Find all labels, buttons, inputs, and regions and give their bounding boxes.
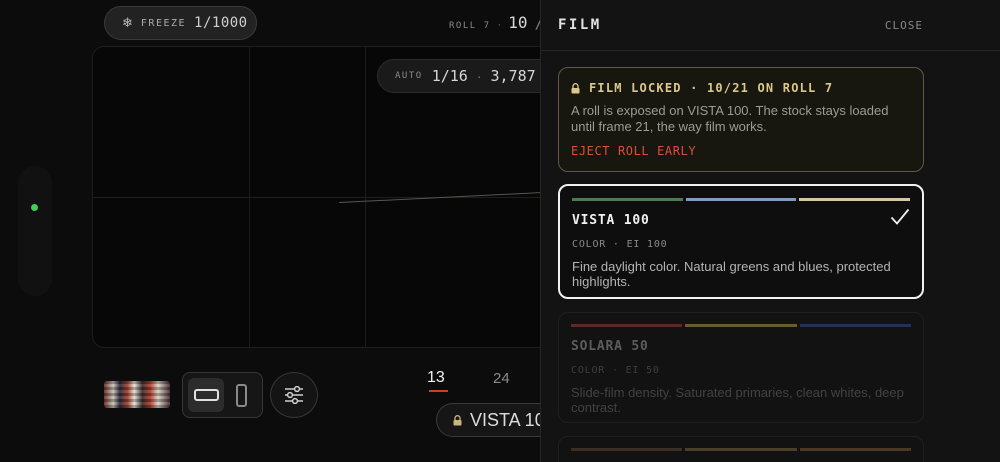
grid-line bbox=[93, 197, 540, 198]
roll-frame-counter: ROLL 7 · 10 / bbox=[449, 13, 540, 32]
film-sheet: FILM CLOSE FILM LOCKED · 10/21 ON ROLL 7… bbox=[540, 0, 1000, 462]
film-color-stripes bbox=[572, 198, 911, 201]
film-color-stripes bbox=[571, 324, 911, 327]
adjustments-button[interactable] bbox=[270, 372, 318, 418]
film-name: VISTA 100 bbox=[572, 213, 650, 228]
film-meta: COLOR · EI 100 bbox=[572, 239, 668, 250]
freeze-shutter-button[interactable]: ❄ FREEZE 1/1000 bbox=[104, 6, 257, 40]
active-count-underline bbox=[429, 390, 448, 392]
checkmark-icon bbox=[890, 208, 910, 225]
level-indicator-strip bbox=[18, 166, 52, 296]
landscape-button[interactable] bbox=[188, 378, 224, 412]
shutter-speed: 1/16 bbox=[431, 67, 468, 85]
film-color-stripes bbox=[571, 448, 911, 451]
freeze-value: 1/1000 bbox=[194, 15, 248, 31]
lock-description: A roll is exposed on VISTA 100. The stoc… bbox=[571, 103, 889, 134]
loaded-film-name: VISTA 10 bbox=[470, 409, 540, 430]
lock-title-row: FILM LOCKED · 10/21 ON ROLL 7 bbox=[571, 81, 911, 95]
close-button[interactable]: CLOSE bbox=[885, 19, 923, 32]
frame-count-option-13[interactable]: 13 bbox=[427, 369, 445, 387]
sheet-header: FILM CLOSE bbox=[541, 0, 1000, 51]
film-locked-notice: FILM LOCKED · 10/21 ON ROLL 7 A roll is … bbox=[558, 67, 924, 172]
eject-roll-button[interactable]: EJECT ROLL EARLY bbox=[571, 144, 696, 158]
film-description: Fine daylight color. Natural greens and … bbox=[572, 259, 891, 289]
film-option-solara-50: SOLARA 50 COLOR · EI 50 Slide-film densi… bbox=[558, 312, 924, 423]
level-indicator-dot bbox=[31, 204, 38, 211]
orientation-toggle bbox=[182, 372, 263, 418]
separator-dot: · bbox=[497, 19, 502, 31]
film-option-vista-100[interactable]: VISTA 100 COLOR · EI 100 Fine daylight c… bbox=[558, 184, 924, 299]
sliders-icon bbox=[285, 386, 303, 404]
portrait-button[interactable] bbox=[223, 378, 259, 412]
sheet-title: FILM bbox=[558, 17, 602, 33]
frame-count-option-24[interactable]: 24 bbox=[493, 370, 510, 387]
frame-current: 10 bbox=[508, 13, 528, 32]
landscape-icon bbox=[193, 389, 219, 401]
snowflake-icon: ❄ bbox=[122, 15, 133, 30]
separator-dot: · bbox=[476, 68, 482, 84]
lock-icon bbox=[571, 82, 580, 93]
loaded-film-badge[interactable]: VISTA 10 bbox=[436, 403, 540, 437]
film-meta: COLOR · EI 50 bbox=[571, 365, 660, 376]
exposure-readout[interactable]: AUTO 1/16 · 3,787 bbox=[377, 59, 540, 93]
last-shot-thumbnail[interactable] bbox=[104, 381, 170, 408]
film-name: SOLARA 50 bbox=[571, 339, 649, 354]
roll-label: ROLL 7 bbox=[449, 21, 491, 31]
iso-value: 3,787 bbox=[490, 67, 536, 85]
camera-view: ❄ FREEZE 1/1000 ROLL 7 · 10 / AUTO 1/16 … bbox=[0, 0, 540, 462]
exposure-mode: AUTO bbox=[395, 71, 423, 81]
portrait-icon bbox=[235, 383, 247, 407]
film-description: Slide-film density. Saturated primaries,… bbox=[571, 385, 904, 415]
lock-title: FILM LOCKED · 10/21 ON ROLL 7 bbox=[589, 81, 834, 95]
lock-icon bbox=[453, 414, 462, 425]
film-option-next bbox=[558, 436, 924, 462]
freeze-label: FREEZE bbox=[140, 17, 187, 29]
